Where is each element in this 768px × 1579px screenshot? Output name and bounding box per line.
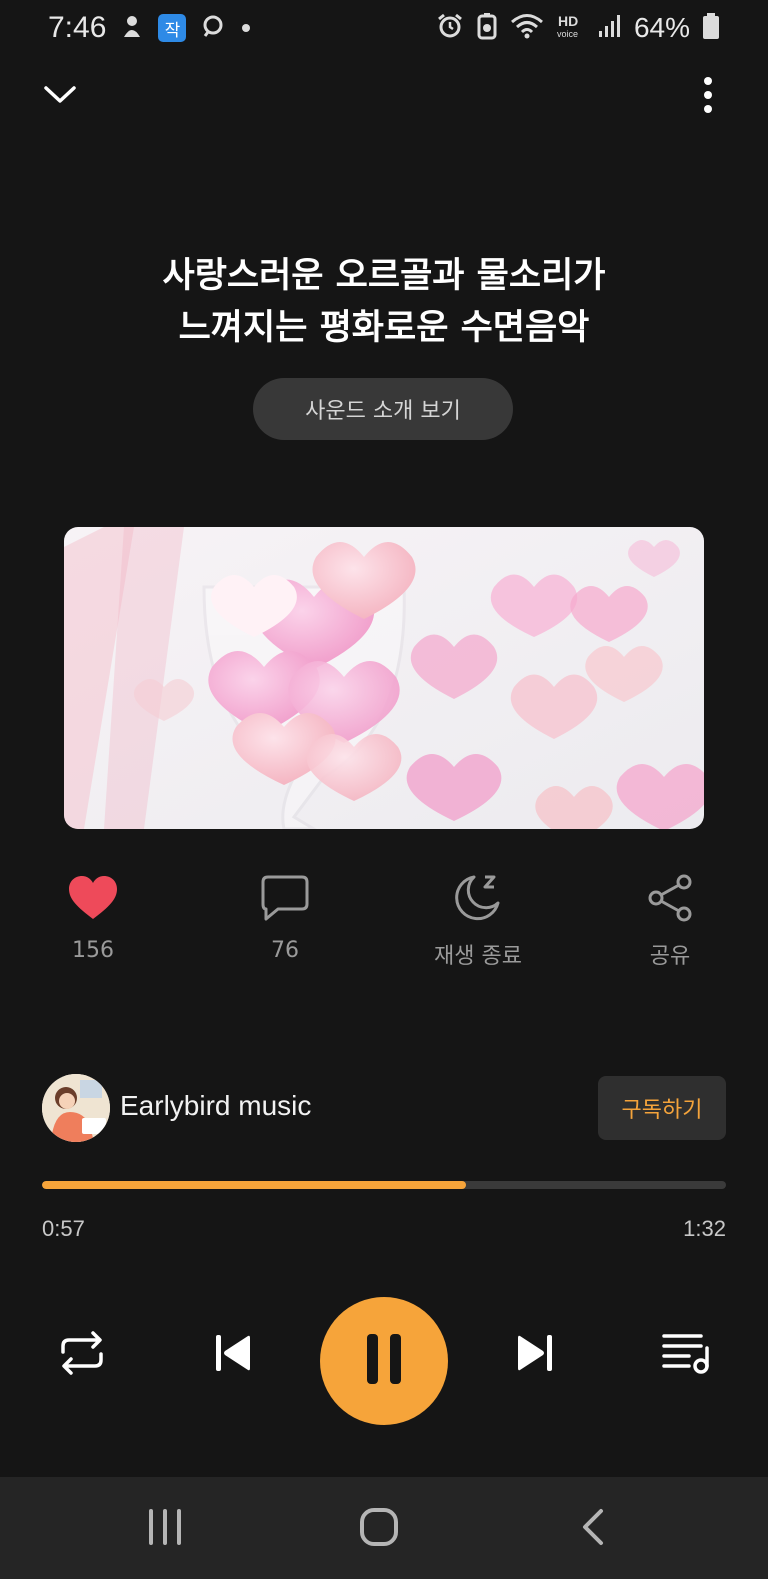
dot-icon [240,19,252,38]
pause-button[interactable] [320,1297,448,1425]
back-icon [581,1508,605,1550]
sleep-timer-button[interactable]: 재생 종료 [398,870,558,980]
playback-progress-bar[interactable] [42,1181,726,1189]
comment-count: 76 [271,938,299,963]
progress-fill [42,1181,467,1189]
action-row: 156 76 재생 종료 공유 [0,870,768,980]
subscribe-button[interactable]: 구독하기 [598,1076,726,1140]
sleep-timer-label: 재생 종료 [434,944,522,969]
channel-avatar[interactable] [42,1074,110,1142]
track-title-line-1: 사랑스러운 오르골과 물소리가 [162,256,606,296]
track-title-line-2: 느껴지는 평화로운 수면음악 [178,308,590,348]
home-button[interactable] [347,1497,411,1561]
back-button[interactable] [561,1497,625,1561]
sleep-timer-icon [450,870,506,926]
battery-percent: 64% [633,12,690,43]
search-app-icon [200,13,226,43]
more-vertical-icon [702,76,714,118]
home-icon [359,1507,399,1551]
comment-icon [257,870,313,926]
status-time: 7:46 [48,11,107,44]
sound-intro-button[interactable]: 사운드 소개 보기 [253,378,513,440]
repeat-icon [57,1328,107,1382]
channel-row: Earlybird music 구독하기 [42,1074,726,1142]
share-label: 공유 [649,944,691,969]
svg-text:voice: voice [557,29,578,39]
recent-apps-button[interactable] [133,1497,197,1561]
previous-button[interactable] [202,1325,262,1385]
more-menu-button[interactable] [683,72,733,122]
next-icon [514,1331,558,1379]
recent-apps-icon [147,1508,183,1550]
like-button[interactable]: 156 [13,870,173,980]
status-bar: 7:46 작 HD voice 64% [0,0,768,56]
like-count: 156 [72,938,114,963]
status-left: 7:46 작 [48,11,252,45]
repeat-button[interactable] [52,1325,112,1385]
status-right: HD voice 64% [436,12,720,44]
pause-icon [364,1332,404,1390]
wifi-icon [510,12,544,44]
signal-icon [598,13,622,43]
svg-text:HD: HD [558,13,578,29]
notification-icon [120,13,144,43]
collapse-button[interactable] [35,72,85,122]
battery-saver-icon [476,12,498,44]
system-nav-bar [0,1477,768,1579]
app-badge-icon: 작 [158,14,187,42]
chevron-down-icon [43,85,77,109]
playlist-button[interactable] [656,1325,716,1385]
comment-button[interactable]: 76 [205,870,365,980]
share-button[interactable]: 공유 [590,870,750,980]
elapsed-time: 0:57 [42,1216,85,1241]
alarm-icon [436,12,464,44]
previous-icon [210,1331,254,1379]
track-artwork [64,527,704,829]
battery-icon [702,12,720,44]
channel-name[interactable]: Earlybird music [120,1090,311,1122]
heart-icon [65,870,121,926]
track-title: 사랑스러운 오르골과 물소리가 느껴지는 평화로운 수면음악 [0,250,768,354]
hd-voice-icon: HD voice [556,12,586,44]
share-icon [642,870,698,926]
playlist-icon [661,1330,711,1380]
next-button[interactable] [506,1325,566,1385]
total-duration: 1:32 [683,1216,726,1241]
pink-hearts-in-glass-image [64,527,704,829]
